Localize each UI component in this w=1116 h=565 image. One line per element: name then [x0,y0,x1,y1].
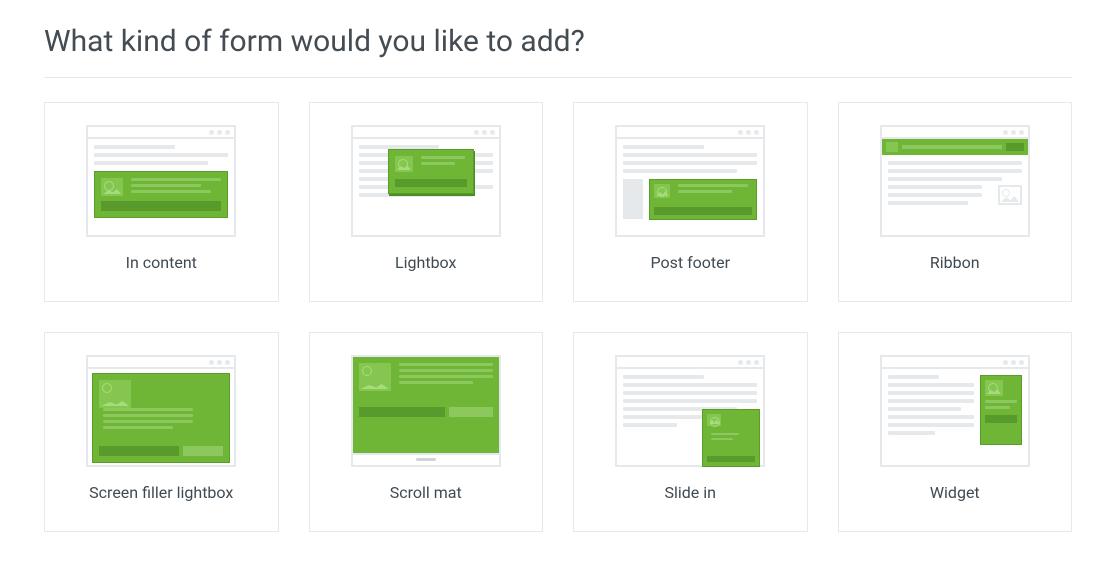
form-option-label: Slide in [665,483,716,502]
form-option-label: Post footer [650,253,730,272]
preview-scroll-mat [346,351,506,471]
form-type-grid: In content [44,102,1072,532]
form-option-label: Screen filler lightbox [89,483,233,502]
preview-screen-filler [81,351,241,471]
form-option-in-content[interactable]: In content [44,102,279,302]
preview-ribbon [875,121,1035,241]
form-option-post-footer[interactable]: Post footer [573,102,808,302]
preview-in-content [81,121,241,241]
form-option-widget[interactable]: Widget [838,332,1073,532]
preview-post-footer [610,121,770,241]
form-option-label: Lightbox [395,253,456,272]
form-option-label: Ribbon [930,253,980,272]
form-option-scroll-mat[interactable]: Scroll mat [309,332,544,532]
preview-lightbox [346,121,506,241]
form-option-ribbon[interactable]: Ribbon [838,102,1073,302]
form-option-lightbox[interactable]: Lightbox [309,102,544,302]
form-option-label: In content [126,253,197,272]
page-title: What kind of form would you like to add? [44,24,1072,78]
form-option-label: Widget [930,483,980,502]
form-option-label: Scroll mat [390,483,462,502]
preview-widget [875,351,1035,471]
form-option-screen-filler-lightbox[interactable]: Screen filler lightbox [44,332,279,532]
preview-slide-in [610,351,770,471]
form-option-slide-in[interactable]: Slide in [573,332,808,532]
